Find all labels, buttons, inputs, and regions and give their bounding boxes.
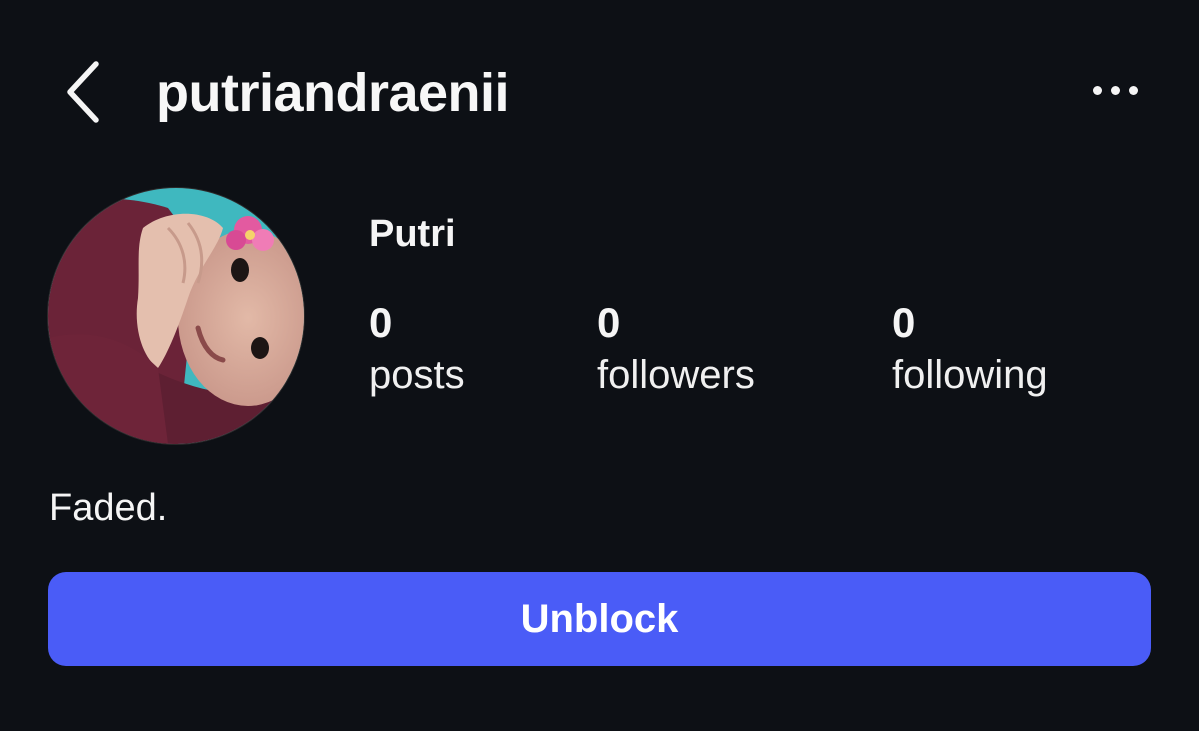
more-dot xyxy=(1110,85,1120,95)
stat-posts[interactable]: 0 posts xyxy=(369,298,465,402)
posts-count: 0 xyxy=(369,299,393,346)
stat-followers[interactable]: 0 followers xyxy=(597,298,755,402)
following-count: 0 xyxy=(892,299,916,346)
profile-username: putriandraenii xyxy=(156,63,510,123)
followers-count: 0 xyxy=(597,299,621,346)
following-label: following xyxy=(892,353,1048,397)
stat-following[interactable]: 0 following xyxy=(892,298,1048,402)
profile-page: putriandraenii Putri 0 posts 0 followers… xyxy=(0,0,1199,731)
posts-label: posts xyxy=(369,353,465,397)
more-dot xyxy=(1128,85,1138,95)
more-horizontal-icon xyxy=(1092,85,1102,95)
unblock-button[interactable]: Unblock xyxy=(48,572,1151,666)
display-name: Putri xyxy=(369,213,456,255)
profile-photo xyxy=(48,188,304,444)
chevron-left-icon xyxy=(67,61,99,123)
followers-label: followers xyxy=(597,353,755,397)
profile-bio: Faded. xyxy=(49,487,168,529)
back-button[interactable] xyxy=(52,52,116,132)
more-options-button[interactable] xyxy=(1080,68,1150,112)
avatar[interactable] xyxy=(48,188,304,444)
